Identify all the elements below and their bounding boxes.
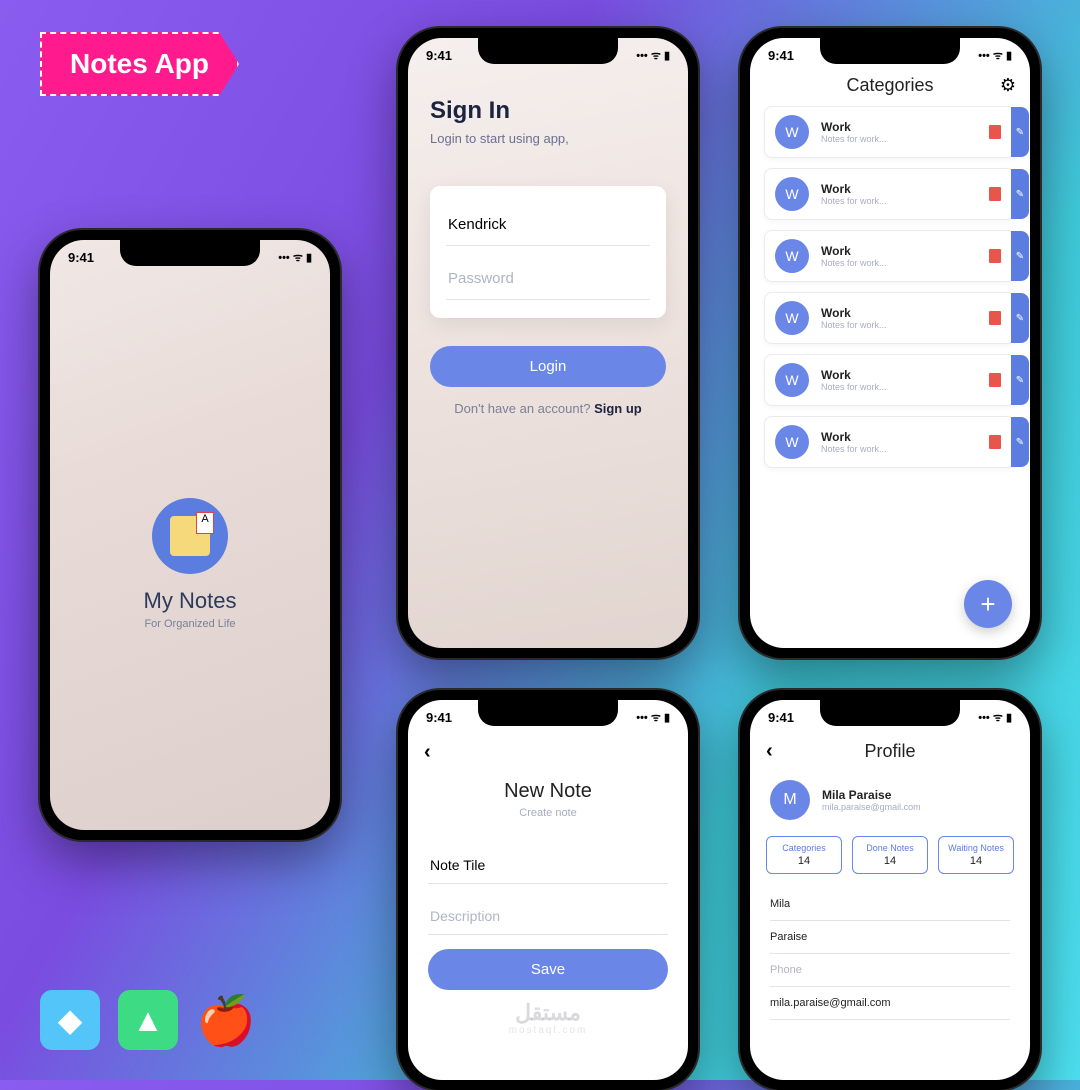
newnote-subtitle: Create note [428,807,668,819]
category-item[interactable]: WWorkNotes for work...✎ [764,416,1016,468]
back-icon[interactable]: ‹ [424,741,431,764]
phone-field[interactable]: Phone [770,954,1010,987]
stat-categories[interactable]: Categories14 [766,836,842,874]
trash-icon[interactable] [989,373,1001,387]
profile-email: mila.paraise@gmail.com [822,802,921,812]
tech-icons: ◆ ▲ 🍎 [40,990,256,1050]
edit-icon[interactable]: ✎ [1011,107,1029,157]
category-badge: W [775,363,809,397]
stat-done[interactable]: Done Notes14 [852,836,928,874]
category-item[interactable]: WWorkNotes for work...✎ [764,292,1016,344]
trash-icon[interactable] [989,435,1001,449]
edit-icon[interactable]: ✎ [1011,417,1029,467]
stat-waiting[interactable]: Waiting Notes14 [938,836,1014,874]
phone-categories: 9:41••• ᯤ ▮ Categories ⚙ WWorkNotes for … [740,28,1040,658]
note-desc-input[interactable] [428,898,668,935]
signin-card [430,186,666,318]
status-icons: ••• ᯤ ▮ [636,48,670,63]
edit-icon[interactable]: ✎ [1011,231,1029,281]
category-item[interactable]: WWorkNotes for work...✎ [764,168,1016,220]
splash-title: My Notes [144,588,237,614]
category-name: Work [821,430,977,444]
trash-icon[interactable] [989,187,1001,201]
apple-icon: 🍎 [196,992,256,1049]
first-name-field[interactable]: Mila [770,888,1010,921]
category-subtitle: Notes for work... [821,444,977,454]
trash-icon[interactable] [989,311,1001,325]
category-subtitle: Notes for work... [821,320,977,330]
category-name: Work [821,120,977,134]
category-item[interactable]: WWorkNotes for work...✎ [764,230,1016,282]
save-button[interactable]: Save [428,949,668,990]
status-time: 9:41 [68,250,94,265]
note-title-input[interactable] [428,847,668,884]
category-badge: W [775,177,809,211]
category-name: Work [821,244,977,258]
edit-icon[interactable]: ✎ [1011,169,1029,219]
avatar: M [770,780,810,820]
phone-splash: 9:41 ••• ᯤ ▮ My Notes For Organized Life [40,230,340,840]
category-badge: W [775,115,809,149]
category-name: Work [821,306,977,320]
profile-name: Mila Paraise [822,788,921,802]
android-icon: ▲ [118,990,178,1050]
password-input[interactable] [446,258,650,300]
last-name-field[interactable]: Paraise [770,921,1010,954]
category-item[interactable]: WWorkNotes for work...✎ [764,354,1016,406]
flutter-icon: ◆ [40,990,100,1050]
splash-subtitle: For Organized Life [144,618,235,630]
status-icons: ••• ᯤ ▮ [978,710,1012,725]
profile-title: Profile [864,741,915,762]
stats-row: Categories14 Done Notes14 Waiting Notes1… [750,836,1030,888]
phone-newnote: 9:41 ••• ᯤ ▮ ‹ New Note Create note مستقل… [398,690,698,1090]
category-subtitle: Notes for work... [821,382,977,392]
category-subtitle: Notes for work... [821,196,977,206]
signup-prompt: Don't have an account? Sign up [430,401,666,416]
category-badge: W [775,301,809,335]
edit-icon[interactable]: ✎ [1011,355,1029,405]
add-button[interactable]: + [964,580,1012,628]
newnote-title: New Note [428,780,668,803]
category-list: WWorkNotes for work...✎WWorkNotes for wo… [750,106,1030,468]
trash-icon[interactable] [989,249,1001,263]
phone-profile: 9:41 ••• ᯤ ▮ ‹ Profile M Mila Paraise mil… [740,690,1040,1090]
gear-icon[interactable]: ⚙ [1000,75,1016,96]
watermark-sub: mostaql.com [509,1025,588,1036]
back-icon[interactable]: ‹ [766,740,773,763]
category-badge: W [775,239,809,273]
app-logo [152,498,228,574]
email-field[interactable]: mila.paraise@gmail.com [770,987,1010,1020]
status-time: 9:41 [426,48,452,63]
phone-signin: 9:41 ••• ᯤ ▮ Sign In Login to start using… [398,28,698,658]
status-icons: ••• ᯤ ▮ [278,250,312,265]
status-time: 9:41 [768,48,794,63]
signin-title: Sign In [430,97,666,125]
categories-title: Categories [846,75,933,96]
category-item[interactable]: WWorkNotes for work...✎ [764,106,1016,158]
status-icons: ••• ᯤ ▮ [636,710,670,725]
status-icons: ••• ᯤ ▮ [978,48,1012,63]
category-subtitle: Notes for work... [821,258,977,268]
edit-icon[interactable]: ✎ [1011,293,1029,343]
signup-link[interactable]: Sign up [594,401,642,416]
watermark: مستقل [515,1000,581,1026]
login-button[interactable]: Login [430,346,666,387]
status-time: 9:41 [426,710,452,725]
trash-icon[interactable] [989,125,1001,139]
category-badge: W [775,425,809,459]
category-subtitle: Notes for work... [821,134,977,144]
signin-subtitle: Login to start using app, [430,131,666,146]
title-badge: Notes App [40,32,239,96]
category-name: Work [821,368,977,382]
username-input[interactable] [446,204,650,246]
category-name: Work [821,182,977,196]
status-time: 9:41 [768,710,794,725]
